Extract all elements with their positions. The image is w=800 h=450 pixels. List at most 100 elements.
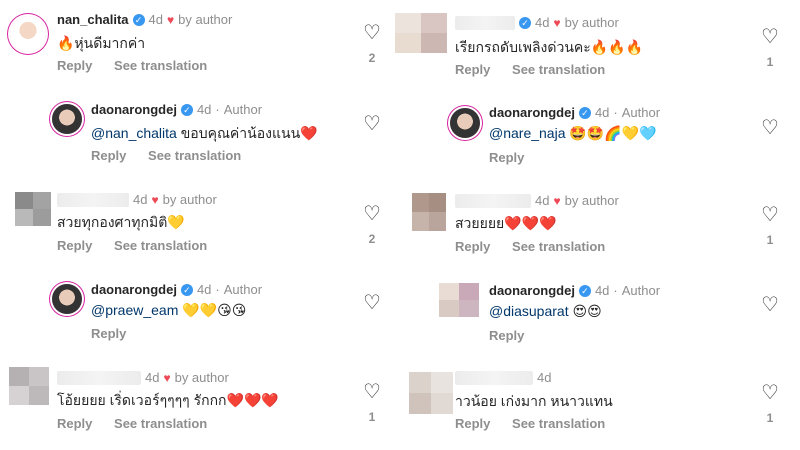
like-count: 1 — [766, 55, 774, 69]
heart-outline-icon[interactable]: ♡ — [361, 204, 383, 224]
verified-badge-icon: ✓ — [519, 16, 531, 29]
avatar[interactable] — [52, 284, 82, 314]
reply-button[interactable]: Reply — [489, 150, 524, 165]
liked-by-label: by author — [178, 12, 233, 27]
mention-link[interactable]: @nare_naja — [489, 125, 566, 141]
username[interactable]: daonarongdej — [489, 105, 575, 120]
like-button[interactable]: ♡ — [759, 295, 781, 315]
see-translation-button[interactable]: See translation — [114, 238, 207, 253]
avatar[interactable] — [412, 193, 446, 231]
verified-badge-icon: ✓ — [578, 106, 591, 119]
heart-filled-icon: ♥ — [151, 192, 159, 207]
like-button[interactable]: ♡ 1 — [759, 383, 781, 425]
reply-button[interactable]: Reply — [455, 239, 490, 254]
timestamp: 4d — [594, 105, 610, 120]
username[interactable]: daonarongdej — [91, 282, 177, 297]
like-count: 1 — [368, 410, 376, 424]
timestamp: 4d — [148, 12, 163, 27]
author-label: Author — [223, 282, 263, 297]
timestamp: 4d — [535, 15, 550, 30]
verified-badge-icon: ✓ — [132, 13, 145, 26]
heart-outline-icon[interactable]: ♡ — [361, 23, 383, 43]
avatar[interactable] — [409, 372, 453, 414]
see-translation-button[interactable]: See translation — [512, 62, 605, 77]
timestamp: 4d — [145, 370, 160, 385]
avatar[interactable] — [450, 108, 480, 138]
like-button[interactable]: ♡ — [759, 118, 781, 138]
see-translation-button[interactable]: See translation — [114, 58, 207, 73]
reply-button[interactable]: Reply — [57, 238, 92, 253]
heart-outline-icon[interactable]: ♡ — [759, 27, 781, 47]
reply-button[interactable]: Reply — [455, 62, 490, 77]
see-translation-button[interactable]: See translation — [148, 148, 241, 163]
timestamp: 4d — [537, 370, 552, 385]
like-button[interactable]: ♡ — [361, 293, 383, 313]
username[interactable]: daonarongdej — [489, 283, 575, 298]
timestamp: 4d — [196, 282, 212, 297]
timestamp: 4d — [133, 192, 148, 207]
comment-text: 🔥หุ่นดีมากค่า — [57, 35, 146, 51]
username-redacted[interactable] — [455, 15, 515, 30]
username[interactable]: daonarongdej — [91, 102, 177, 117]
comment-text: 💛💛😘😘 — [178, 302, 247, 318]
mention-link[interactable]: @diasuparat — [489, 303, 569, 319]
username-redacted[interactable] — [57, 370, 141, 385]
reply-button[interactable]: Reply — [57, 416, 92, 431]
see-translation-button[interactable]: See translation — [512, 416, 605, 431]
like-count: 1 — [766, 411, 774, 425]
heart-outline-icon[interactable]: ♡ — [759, 118, 781, 138]
avatar[interactable] — [10, 16, 46, 52]
liked-by-label: by author — [564, 193, 619, 208]
author-label: Author — [621, 283, 661, 298]
like-button[interactable]: ♡ 2 — [361, 204, 383, 246]
heart-outline-icon[interactable]: ♡ — [759, 205, 781, 225]
comment-text: สวยยยย❤️❤️❤️ — [455, 215, 557, 231]
like-button[interactable]: ♡ 2 — [361, 23, 383, 65]
comment-text: ขอบคุณค่าน้องแนน❤️ — [176, 125, 318, 141]
comment-text: 😍😍 — [568, 303, 602, 319]
author-label: Author — [223, 102, 263, 117]
username-redacted[interactable] — [455, 193, 531, 208]
reply-button[interactable]: Reply — [57, 58, 92, 73]
reply-button[interactable]: Reply — [489, 328, 524, 343]
heart-filled-icon: ♥ — [553, 15, 561, 30]
mention-link[interactable]: @nan_chalita — [91, 125, 177, 141]
heart-outline-icon[interactable]: ♡ — [361, 114, 383, 134]
like-button[interactable]: ♡ — [361, 114, 383, 134]
timestamp: 4d — [594, 283, 610, 298]
username-redacted[interactable] — [455, 370, 533, 385]
liked-by-label: by author — [174, 370, 229, 385]
verified-badge-icon: ✓ — [578, 284, 591, 297]
heart-outline-icon[interactable]: ♡ — [361, 293, 383, 313]
like-button[interactable]: ♡ 1 — [361, 382, 383, 424]
comment-text: โอ้ยยยย เริ่ดเวอร์ๆๆๆๆ รักกก❤️❤️❤️ — [57, 392, 279, 408]
heart-filled-icon: ♥ — [167, 12, 175, 27]
author-label: Author — [621, 105, 661, 120]
username-redacted[interactable] — [57, 192, 129, 207]
avatar[interactable] — [439, 283, 479, 317]
avatar[interactable] — [15, 192, 51, 226]
mention-link[interactable]: @praew_eam — [91, 302, 178, 318]
reply-button[interactable]: Reply — [91, 148, 126, 163]
verified-badge-icon: ✓ — [180, 103, 193, 116]
avatar[interactable] — [9, 367, 49, 405]
avatar[interactable] — [395, 13, 447, 53]
heart-outline-icon[interactable]: ♡ — [759, 295, 781, 315]
liked-by-label: by author — [162, 192, 217, 207]
heart-filled-icon: ♥ — [163, 370, 171, 385]
reply-button[interactable]: Reply — [455, 416, 490, 431]
comment-text: 🤩🤩🌈💛🩵 — [565, 125, 657, 141]
heart-outline-icon[interactable]: ♡ — [759, 383, 781, 403]
like-button[interactable]: ♡ 1 — [759, 27, 781, 69]
username[interactable]: nan_chalita — [57, 12, 129, 27]
see-translation-button[interactable]: See translation — [114, 416, 207, 431]
see-translation-button[interactable]: See translation — [512, 239, 605, 254]
reply-button[interactable]: Reply — [91, 326, 126, 341]
like-button[interactable]: ♡ 1 — [759, 205, 781, 247]
comment-text: เรียกรถดับเพลิงด่วนคะ🔥🔥🔥 — [455, 39, 644, 55]
heart-outline-icon[interactable]: ♡ — [361, 382, 383, 402]
timestamp: 4d — [535, 193, 550, 208]
timestamp: 4d — [196, 102, 212, 117]
avatar[interactable] — [52, 104, 82, 134]
comment-text: าวน้อย เก่งมาก หนาวแทน — [455, 393, 613, 409]
